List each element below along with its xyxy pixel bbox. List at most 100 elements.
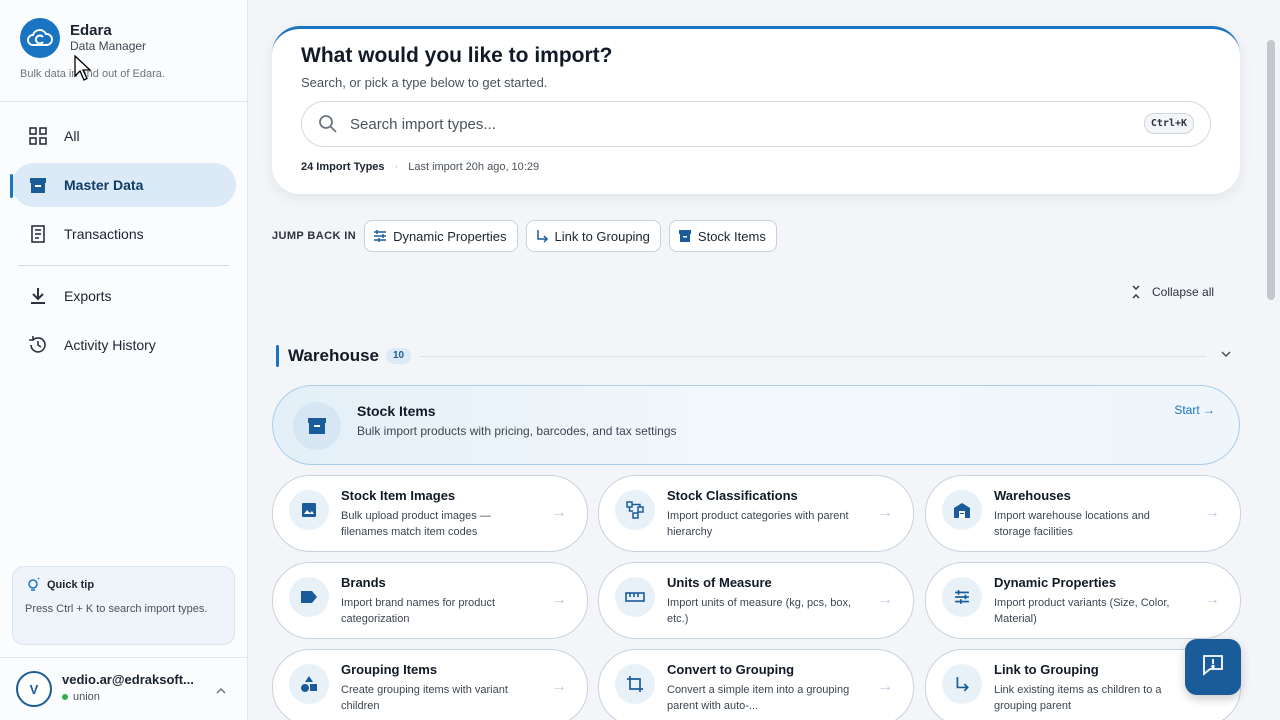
chat-feedback-icon [1202, 654, 1224, 681]
jump-back-in: JUMP BACK IN Dynamic Properties Link to … [272, 220, 785, 252]
card-description: Import units of measure (kg, pcs, box, e… [667, 597, 852, 625]
quick-tip: Quick tip Press Ctrl + K to search impor… [12, 566, 235, 645]
card-description: Import product variants (Size, Color, Ma… [994, 597, 1170, 625]
keyboard-shortcut-badge: Ctrl+K [1143, 113, 1194, 134]
sidebar: Edara Data Manager Bulk data in and out … [0, 0, 248, 720]
card-brands[interactable]: Brands Import brand names for product ca… [272, 562, 588, 639]
search-input[interactable] [350, 115, 1110, 133]
arrow-right-icon: → [551, 504, 567, 521]
archive-box-icon [678, 229, 692, 243]
card-units-of-measure[interactable]: Units of Measure Import units of measure… [598, 562, 914, 639]
card-convert-to-grouping[interactable]: Convert to Grouping Convert a simple ite… [598, 649, 914, 720]
card-dynamic-properties[interactable]: Dynamic Properties Import product varian… [925, 562, 1241, 639]
card-grouping-items[interactable]: Grouping Items Create grouping items wit… [272, 649, 588, 720]
chip-stock-items[interactable]: Stock Items [668, 220, 777, 252]
card-description: Import warehouse locations and storage f… [994, 510, 1150, 538]
mouse-cursor-icon [74, 54, 92, 86]
nav-item-master-data[interactable]: Master Data [12, 163, 236, 207]
card-title: Brands [341, 575, 386, 590]
featured-title: Stock Items [357, 403, 436, 419]
brand-subtitle: Data Manager [70, 39, 147, 53]
chip-dynamic-properties[interactable]: Dynamic Properties [364, 220, 518, 252]
archive-box-icon [293, 402, 341, 450]
shapes-icon [289, 664, 329, 704]
tag-icon [289, 577, 329, 617]
main-content: What would you like to import? Search, o… [248, 0, 1280, 720]
nav-active-indicator [10, 174, 13, 198]
section-indicator [276, 345, 279, 367]
card-title: Dynamic Properties [994, 575, 1117, 590]
page-title: What would you like to import? [301, 44, 613, 67]
card-description: Create grouping items with variant child… [341, 684, 508, 712]
featured-card-stock-items[interactable]: Stock Items Bulk import products with pr… [272, 385, 1240, 465]
nav-item-transactions[interactable]: Transactions [12, 212, 236, 256]
card-description: Import brand names for product categoriz… [341, 597, 496, 625]
feedback-button[interactable] [1185, 639, 1241, 695]
user-org-name: union [73, 691, 100, 703]
chevron-up-icon[interactable] [215, 682, 227, 700]
link-arrow-icon [535, 229, 549, 243]
cloud-logo-icon [20, 18, 60, 58]
card-title: Stock Item Images [341, 488, 456, 503]
card-title: Warehouses [994, 488, 1071, 503]
user-email: vedio.ar@edraksoft... [62, 672, 194, 687]
history-icon [28, 335, 48, 355]
section-divider [420, 356, 1206, 357]
nav-label: Master Data [64, 177, 144, 193]
grid-icon [28, 126, 48, 146]
user-account[interactable]: V vedio.ar@edraksoft... union [0, 657, 247, 720]
start-link[interactable]: Start → [1174, 403, 1215, 417]
arrow-right-icon: → [877, 678, 893, 695]
warehouse-icon [942, 490, 982, 530]
nav-label: Activity History [64, 337, 156, 353]
tip-text: Press Ctrl + K to search import types. [25, 603, 208, 615]
tip-title: Quick tip [47, 579, 95, 591]
card-warehouses[interactable]: Warehouses Import warehouse locations an… [925, 475, 1241, 552]
chip-label: Link to Grouping [554, 228, 650, 244]
divider [0, 101, 247, 102]
collapse-all-label: Collapse all [1152, 285, 1215, 299]
section-warehouse[interactable]: Warehouse 10 [276, 345, 1232, 367]
jump-back-label: JUMP BACK IN [272, 230, 357, 242]
featured-description: Bulk import products with pricing, barco… [357, 424, 677, 438]
ruler-icon [615, 577, 655, 617]
scrollbar-thumb[interactable] [1267, 40, 1275, 300]
meta-separator: · [394, 161, 399, 173]
nav-item-activity-history[interactable]: Activity History [12, 323, 236, 367]
card-stock-item-images[interactable]: Stock Item Images Bulk upload product im… [272, 475, 588, 552]
last-import: Last import 20h ago, 10:29 [408, 161, 540, 173]
download-icon [28, 286, 48, 306]
receipt-icon [28, 224, 48, 244]
image-icon [289, 490, 329, 530]
chip-link-to-grouping[interactable]: Link to Grouping [525, 220, 661, 252]
archive-box-icon [28, 175, 48, 195]
card-title: Link to Grouping [994, 662, 1099, 677]
nav-item-all[interactable]: All [12, 114, 236, 158]
page-subtitle: Search, or pick a type below to get star… [301, 75, 548, 90]
link-arrow-icon [942, 664, 982, 704]
sliders-icon [373, 229, 387, 243]
nav-separator [18, 265, 229, 266]
collapse-all-button[interactable]: Collapse all [1130, 285, 1214, 299]
arrow-right-icon: → [551, 591, 567, 608]
card-title: Convert to Grouping [667, 662, 795, 677]
arrow-right-icon: → [1204, 591, 1220, 608]
chevron-down-icon[interactable] [1220, 350, 1232, 358]
nav-item-exports[interactable]: Exports [12, 274, 236, 318]
collapse-icon [1130, 285, 1142, 299]
crop-icon [615, 664, 655, 704]
card-title: Grouping Items [341, 662, 438, 677]
chip-label: Dynamic Properties [393, 228, 507, 244]
card-description: Link existing items as children to a gro… [994, 684, 1162, 712]
section-title: Warehouse [288, 346, 380, 365]
card-title: Stock Classifications [667, 488, 798, 503]
card-title: Units of Measure [667, 575, 772, 590]
arrow-right-icon: → [877, 591, 893, 608]
user-org: union [62, 691, 100, 703]
nav-label: All [64, 128, 80, 144]
card-stock-classifications[interactable]: Stock Classifications Import product cat… [598, 475, 914, 552]
card-description: Import product categories with parent hi… [667, 510, 849, 538]
arrow-right-icon: → [1204, 504, 1220, 521]
brand[interactable]: Edara Data Manager [20, 18, 146, 58]
search-box[interactable]: Ctrl+K [301, 101, 1211, 147]
